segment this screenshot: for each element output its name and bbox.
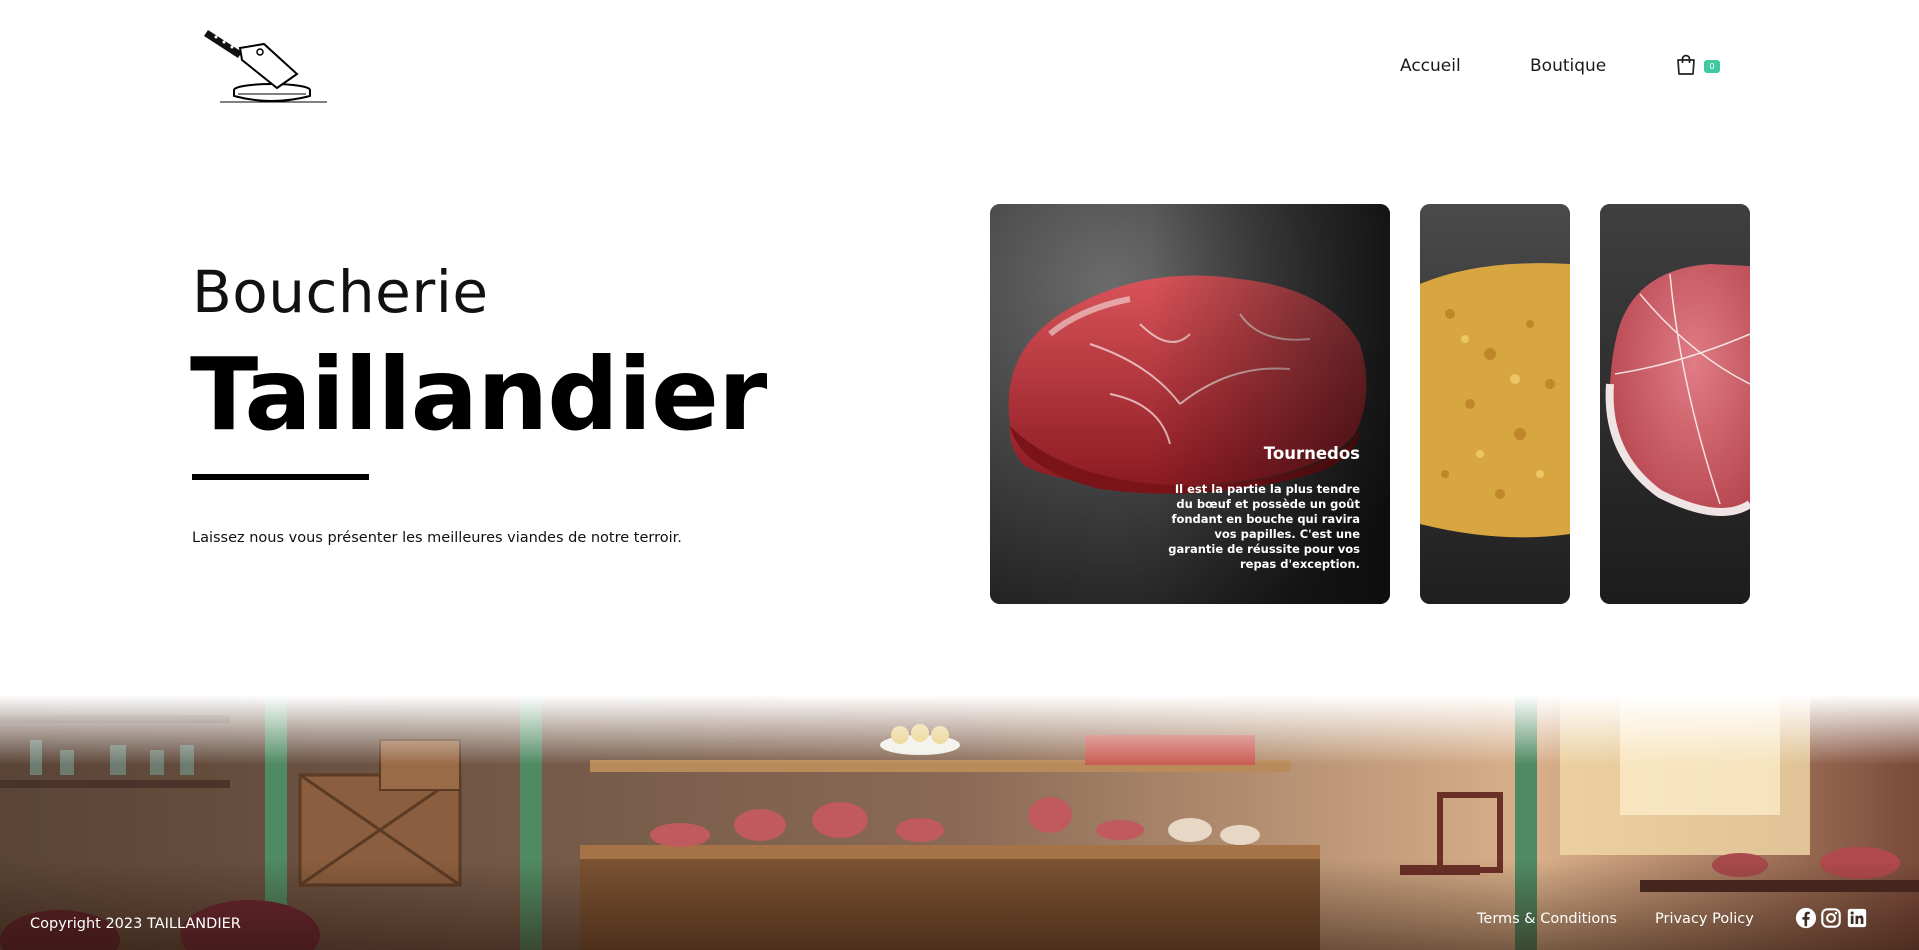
product-card-cutlet[interactable] bbox=[1420, 204, 1570, 604]
instagram-icon[interactable] bbox=[1820, 907, 1842, 929]
facebook-icon[interactable] bbox=[1795, 907, 1817, 929]
footer-fade bbox=[0, 695, 1919, 765]
copyright-text: Copyright 2023 TAILLANDIER bbox=[30, 916, 241, 932]
privacy-link[interactable]: Privacy Policy bbox=[1655, 911, 1754, 927]
footer-shade bbox=[0, 860, 1919, 950]
beef-roast-image bbox=[1600, 204, 1750, 604]
cart-count-badge: 0 bbox=[1704, 60, 1720, 73]
product-card-tournedos[interactable]: Tournedos Il est la partie la plus tendr… bbox=[990, 204, 1390, 604]
hero-underline bbox=[192, 474, 369, 480]
nav-accueil-link[interactable]: Accueil bbox=[1400, 56, 1461, 76]
hero-subtitle: Boucherie bbox=[192, 258, 489, 326]
cleaver-logo-icon bbox=[204, 30, 327, 103]
hero-description: Laissez nous vous présenter les meilleur… bbox=[192, 530, 682, 546]
nav-boutique-link[interactable]: Boutique bbox=[1530, 56, 1606, 76]
card-title: Tournedos bbox=[1263, 444, 1360, 463]
product-card-roast[interactable] bbox=[1600, 204, 1750, 604]
hero-title: Taillandier bbox=[190, 336, 767, 453]
terms-link[interactable]: Terms & Conditions bbox=[1477, 911, 1617, 927]
cart-button[interactable]: 0 bbox=[1674, 53, 1724, 79]
linkedin-icon[interactable] bbox=[1846, 907, 1868, 929]
logo[interactable] bbox=[202, 24, 332, 106]
shopping-bag-icon bbox=[1677, 54, 1695, 75]
breaded-cutlet-image bbox=[1420, 204, 1570, 604]
footer: Copyright 2023 TAILLANDIER Terms & Condi… bbox=[0, 695, 1919, 950]
card-description: Il est la partie la plus tendre du bœuf … bbox=[1168, 482, 1360, 571]
